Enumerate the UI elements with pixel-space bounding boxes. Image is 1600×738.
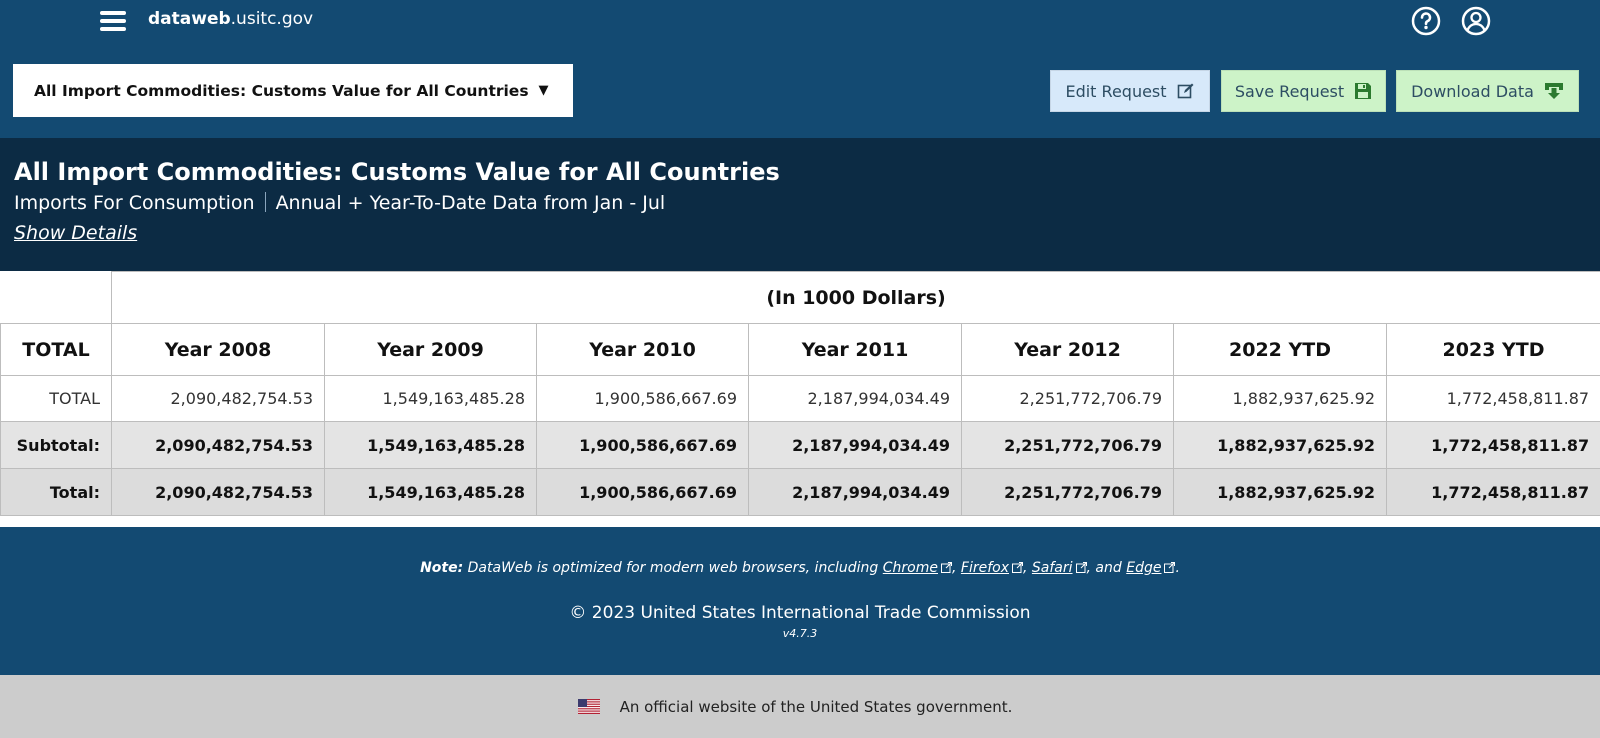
table-cell: 1,900,586,667.69 bbox=[536, 421, 749, 469]
units-header: (In 1000 Dollars) bbox=[110, 271, 1600, 324]
row-label: Subtotal: bbox=[0, 421, 112, 469]
table-cell: 1,549,163,485.28 bbox=[324, 468, 537, 516]
column-header: Year 2012 bbox=[961, 323, 1174, 376]
report-header: All Import Commodities: Customs Value fo… bbox=[0, 138, 1600, 271]
edge-link[interactable]: Edge bbox=[1126, 560, 1161, 576]
hamburger-menu-icon[interactable] bbox=[100, 8, 128, 34]
table-cell: 2,090,482,754.53 bbox=[111, 421, 325, 469]
table-cell: 2,187,994,034.49 bbox=[748, 468, 962, 516]
table-cell: 2,090,482,754.53 bbox=[111, 468, 325, 516]
gov-banner: An official website of the United States… bbox=[0, 675, 1600, 738]
edit-pencil-icon bbox=[1177, 83, 1194, 99]
download-arrow-icon bbox=[1544, 83, 1563, 99]
save-request-label: Save Request bbox=[1234, 81, 1345, 101]
column-header: Year 2008 bbox=[111, 323, 325, 376]
external-link-icon bbox=[1075, 562, 1087, 573]
brand-bold: dataweb bbox=[148, 9, 231, 29]
user-account-icon[interactable] bbox=[1461, 6, 1491, 36]
version-text: v4.7.3 bbox=[782, 627, 818, 640]
firefox-link[interactable]: Firefox bbox=[961, 560, 1009, 576]
copyright-text: © 2023 United States International Trade… bbox=[569, 603, 1031, 623]
table-cell: 2,090,482,754.53 bbox=[111, 375, 325, 422]
table-cell: 1,882,937,625.92 bbox=[1173, 421, 1387, 469]
separator: , and bbox=[1086, 560, 1122, 576]
show-details-link[interactable]: Show Details bbox=[14, 222, 137, 244]
table-cell: 2,251,772,706.79 bbox=[961, 468, 1174, 516]
download-data-label: Download Data bbox=[1411, 81, 1534, 101]
table-cell: 1,900,586,667.69 bbox=[536, 468, 749, 516]
column-header: Year 2009 bbox=[324, 323, 537, 376]
timeframe-label: Annual + Year-To-Date Data from Jan - Ju… bbox=[275, 192, 666, 214]
table-cell: 2,251,772,706.79 bbox=[961, 375, 1174, 422]
subtotal-row: Subtotal: 2,090,482,754.53 1,549,163,485.2… bbox=[0, 421, 1600, 469]
floppy-disk-icon bbox=[1355, 83, 1372, 99]
note-end: . bbox=[1175, 560, 1180, 576]
top-navigation: dataweb.usitc.gov All Import Commodities… bbox=[0, 0, 1600, 138]
table-cell: 2,251,772,706.79 bbox=[961, 421, 1174, 469]
separator: , bbox=[1023, 560, 1028, 576]
us-flag-icon bbox=[577, 699, 600, 714]
total-row: Total: 2,090,482,754.53 1,549,163,485.28 1,… bbox=[0, 468, 1600, 516]
row-label: TOTAL bbox=[0, 375, 112, 422]
chrome-link[interactable]: Chrome bbox=[883, 560, 938, 576]
separator: , bbox=[952, 560, 957, 576]
site-brand[interactable]: dataweb.usitc.gov bbox=[148, 9, 313, 29]
column-header: Year 2011 bbox=[748, 323, 962, 376]
row-label: Total: bbox=[0, 468, 112, 516]
column-header: 2022 YTD bbox=[1173, 323, 1387, 376]
save-request-button[interactable]: Save Request bbox=[1221, 70, 1386, 112]
edit-request-label: Edit Request bbox=[1065, 81, 1167, 101]
report-subtitle: Imports For Consumption Annual + Year-To-… bbox=[14, 192, 665, 214]
caret-down-icon: ▼ bbox=[538, 83, 549, 98]
table-cell: 1,882,937,625.92 bbox=[1173, 375, 1387, 422]
table-cell: 1,549,163,485.28 bbox=[324, 375, 537, 422]
browser-note: Note: DataWeb is optimized for modern we… bbox=[0, 560, 1600, 576]
row-header: TOTAL bbox=[0, 323, 112, 376]
brand-domain: .usitc.gov bbox=[230, 9, 314, 29]
external-link-icon bbox=[1164, 562, 1176, 573]
data-table: (In 1000 Dollars) TOTAL Year 2008 Year 20… bbox=[0, 271, 1600, 516]
external-link-icon bbox=[941, 562, 952, 573]
table-row: TOTAL 2,090,482,754.53 1,549,163,485.28 1,9… bbox=[0, 375, 1600, 422]
table-cell: 1,900,586,667.69 bbox=[536, 375, 749, 422]
table-cell: 1,772,458,811.87 bbox=[1385, 375, 1600, 422]
table-cell: 2,187,994,034.49 bbox=[748, 375, 962, 422]
trade-flow-label: Imports For Consumption bbox=[14, 192, 255, 214]
corner-cell bbox=[0, 271, 112, 324]
note-label: Note: bbox=[420, 560, 464, 576]
report-title: All Import Commodities: Customs Value fo… bbox=[14, 158, 780, 186]
table-cell: 1,882,937,625.92 bbox=[1173, 468, 1387, 516]
download-data-button[interactable]: Download Data bbox=[1396, 70, 1579, 112]
gov-banner-text: An official website of the United States… bbox=[619, 697, 1013, 716]
note-text: DataWeb is optimized for modern web brow… bbox=[467, 560, 879, 576]
table-cell: 1,772,458,811.87 bbox=[1385, 468, 1600, 516]
report-select-dropdown[interactable]: All Import Commodities: Customs Value fo… bbox=[13, 64, 573, 117]
safari-link[interactable]: Safari bbox=[1032, 560, 1073, 576]
edit-request-button[interactable]: Edit Request bbox=[1050, 70, 1210, 112]
external-link-icon bbox=[1012, 562, 1023, 573]
table-cell: 1,549,163,485.28 bbox=[324, 421, 537, 469]
column-header: Year 2010 bbox=[536, 323, 749, 376]
table-cell: 1,772,458,811.87 bbox=[1385, 421, 1600, 469]
column-header: 2023 YTD bbox=[1385, 323, 1600, 376]
report-select-label: All Import Commodities: Customs Value fo… bbox=[34, 81, 529, 100]
footer: Note: DataWeb is optimized for modern we… bbox=[0, 527, 1600, 675]
question-circle-icon[interactable] bbox=[1411, 6, 1441, 36]
subtitle-divider bbox=[264, 192, 266, 212]
table-cell: 2,187,994,034.49 bbox=[748, 421, 962, 469]
